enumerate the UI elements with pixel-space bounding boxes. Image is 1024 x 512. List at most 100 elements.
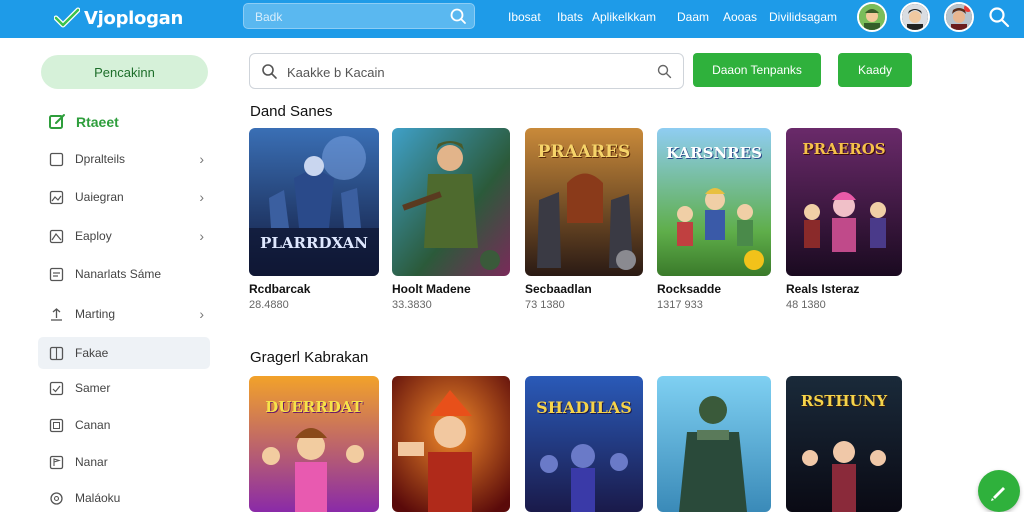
section-title: Dand Sanes — [250, 103, 333, 120]
chevron-right-icon: › — [199, 189, 204, 205]
game-card[interactable]: PRAARES Secbaadlan 73 1380 — [525, 128, 643, 311]
sidebar-active-item[interactable]: Rtaeet — [48, 113, 119, 131]
chevron-right-icon: › — [199, 306, 204, 322]
sidebar-item-6[interactable]: Fakae — [38, 337, 210, 369]
search-icon — [262, 64, 277, 79]
game-art-image — [392, 376, 510, 512]
grid-icon — [49, 346, 64, 360]
nav-link-4[interactable]: Daam — [677, 10, 709, 24]
game-art-image — [525, 376, 643, 512]
game-thumbnail[interactable]: PRAARES — [525, 128, 643, 276]
nav-link-2[interactable]: Ibats — [557, 10, 583, 24]
search-icon[interactable] — [657, 64, 672, 79]
mountain-icon — [49, 229, 64, 243]
game-art-title: DUERRDAT — [265, 398, 363, 416]
avatar-2[interactable] — [900, 2, 930, 32]
game-title[interactable]: Hoolt Madene — [392, 282, 510, 296]
top-search-input[interactable]: Ваdk — [243, 3, 475, 29]
sidebar: Pencakinn Rtaeet Dpralteils › Uaiegran ›… — [0, 38, 222, 512]
gear-icon — [50, 491, 63, 505]
app-logo[interactable]: Vjoplogan — [54, 5, 183, 31]
main-search-placeholder: Kaakke b Kacain — [287, 65, 385, 80]
sidebar-pill-button[interactable]: Pencakinn — [41, 55, 208, 89]
square-icon — [49, 152, 64, 166]
main-search-input[interactable]: Kaakke b Kacain — [249, 53, 684, 89]
nav-link-1[interactable]: Ibosat — [508, 10, 541, 24]
edit-square-icon — [49, 114, 65, 129]
notification-dot — [964, 4, 972, 12]
avatar-1[interactable] — [857, 2, 887, 32]
game-card[interactable]: Hoolt Madene 33.3830 — [392, 128, 510, 311]
game-title[interactable]: Reals Isteraz — [786, 282, 902, 296]
game-card[interactable] — [657, 376, 771, 512]
game-art-title: PLARRDXAN — [260, 234, 368, 252]
brand-name: Vjoplogan — [84, 7, 184, 29]
pencil-icon — [991, 487, 1005, 501]
game-thumbnail[interactable]: SHADILAS — [525, 376, 643, 512]
sidebar-item-10[interactable]: Maláoku — [38, 482, 210, 512]
search-icon[interactable] — [449, 7, 467, 25]
game-thumbnail[interactable]: DUERRDAT — [249, 376, 379, 512]
sidebar-item-label: Samer — [75, 381, 111, 395]
game-meta: 33.3830 — [392, 299, 432, 311]
sidebar-item-5[interactable]: Marting › — [38, 298, 210, 330]
list-icon — [49, 267, 64, 281]
sidebar-item-label: Dpralteils — [75, 152, 126, 166]
sidebar-item-9[interactable]: Nanar — [38, 446, 210, 478]
sidebar-item-label: Nanarlats Sáme — [75, 267, 162, 281]
game-card[interactable]: KARSNRES Rocksadde 1317 933 — [657, 128, 771, 311]
nav-link-5[interactable]: Aooas — [723, 10, 757, 24]
game-card[interactable]: SHADILAS — [525, 376, 643, 512]
game-art-title: KARSNRES — [666, 144, 762, 162]
top-bar: Vjoplogan Ваdk Ibosat Ibats Aplikelkkam … — [0, 0, 1024, 38]
game-thumbnail[interactable] — [392, 128, 510, 276]
play-badge-icon[interactable] — [744, 250, 764, 270]
game-card[interactable]: DUERRDAT — [249, 376, 379, 512]
sidebar-item-8[interactable]: Canan — [38, 409, 210, 441]
logo-checkmark-icon — [54, 7, 80, 28]
search-icon[interactable] — [988, 6, 1010, 28]
play-badge-icon[interactable] — [616, 250, 636, 270]
game-meta: 48 1380 — [786, 299, 826, 311]
nav-link-6[interactable]: Divilidsagam — [769, 10, 837, 24]
game-title[interactable]: Rocksadde — [657, 282, 771, 296]
game-title[interactable]: Secbaadlan — [525, 282, 643, 296]
nav-link-3[interactable]: Aplikelkkam — [592, 10, 656, 24]
sidebar-item-label: Fakae — [75, 346, 109, 360]
game-meta: 28.4880 — [249, 299, 289, 311]
section-title: Gragerl Kabrakan — [250, 349, 369, 366]
game-art-title: SHADILAS — [536, 398, 632, 417]
avatar-3[interactable] — [944, 2, 974, 32]
game-thumbnail[interactable] — [657, 376, 771, 512]
game-art-image — [249, 128, 379, 276]
game-thumbnail[interactable]: PLARRDXAN — [249, 128, 379, 276]
game-card[interactable]: RSTHUNY — [786, 376, 902, 512]
chevron-right-icon: › — [199, 228, 204, 244]
primary-action-button[interactable]: Daaon Tenpanks — [693, 53, 821, 87]
floating-action-button[interactable] — [978, 470, 1020, 512]
sidebar-item-1[interactable]: Dpralteils › — [38, 143, 210, 175]
sidebar-item-2[interactable]: Uaiegran › — [38, 181, 210, 213]
game-art-image — [392, 128, 510, 276]
game-title[interactable]: Rcdbarcak — [249, 282, 379, 296]
game-card[interactable] — [392, 376, 510, 512]
game-thumbnail[interactable]: PRAEROS — [786, 128, 902, 276]
game-thumbnail[interactable]: RSTHUNY — [786, 376, 902, 512]
game-thumbnail[interactable] — [392, 376, 510, 512]
sidebar-item-4[interactable]: Nanarlats Sáme — [38, 258, 210, 290]
game-card[interactable]: PRAEROS Reals Isteraz 48 1380 — [786, 128, 902, 311]
chevron-right-icon: › — [199, 151, 204, 167]
sidebar-item-label: Eaploy — [75, 229, 112, 243]
sidebar-item-label: Canan — [75, 418, 111, 432]
sidebar-item-7[interactable]: Samer — [38, 372, 210, 404]
image-icon — [49, 190, 64, 204]
game-meta: 1317 933 — [657, 299, 703, 311]
box-icon — [49, 418, 64, 432]
secondary-action-button[interactable]: Kaady — [838, 53, 912, 87]
sidebar-item-label: Nanar — [75, 455, 108, 469]
sidebar-item-3[interactable]: Eaploy › — [38, 220, 210, 252]
avatar-face-icon — [902, 4, 928, 30]
top-search-placeholder: Ваdk — [255, 10, 283, 24]
game-card[interactable]: PLARRDXAN Rcdbarcak 28.4880 — [249, 128, 379, 311]
game-thumbnail[interactable]: KARSNRES — [657, 128, 771, 276]
